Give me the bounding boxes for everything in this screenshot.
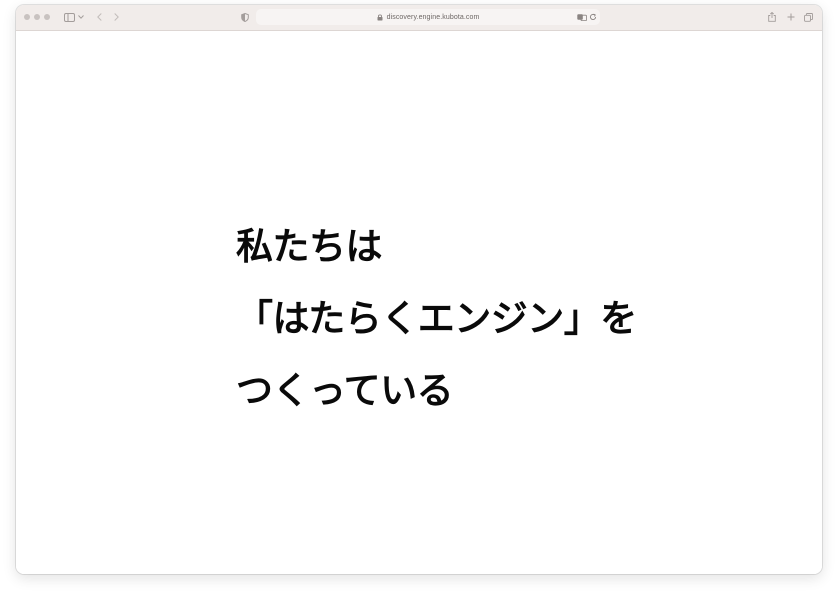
shield-icon[interactable] xyxy=(240,11,249,23)
reload-icon[interactable] xyxy=(589,12,597,22)
browser-window: discovery.engine.kubota.com 私たちは 「はたらくエン… xyxy=(16,5,822,574)
sidebar-icon[interactable] xyxy=(64,11,75,23)
share-icon[interactable] xyxy=(767,11,776,23)
page-content: 私たちは 「はたらくエンジン」を つくっている xyxy=(16,31,822,574)
chevron-left-icon[interactable] xyxy=(96,11,102,23)
headline-line-1: 私たちは xyxy=(236,225,382,268)
hero-headline: 私たちは 「はたらくエンジン」を つくっている xyxy=(236,211,637,427)
address-bar[interactable]: discovery.engine.kubota.com xyxy=(256,9,600,25)
plus-icon[interactable] xyxy=(786,11,795,23)
browser-toolbar: discovery.engine.kubota.com xyxy=(16,5,822,31)
chevron-down-icon[interactable] xyxy=(78,11,84,23)
minimize-window-button[interactable] xyxy=(34,14,40,20)
close-window-button[interactable] xyxy=(24,14,30,20)
translate-icon[interactable] xyxy=(577,12,587,22)
headline-line-3: つくっている xyxy=(236,369,454,412)
tabs-overview-icon[interactable] xyxy=(804,11,813,23)
chevron-right-icon[interactable] xyxy=(113,11,119,23)
lock-icon xyxy=(377,14,383,21)
url-text: discovery.engine.kubota.com xyxy=(386,13,480,21)
zoom-window-button[interactable] xyxy=(44,14,50,20)
headline-line-2: 「はたらくエンジン」を xyxy=(236,297,637,340)
